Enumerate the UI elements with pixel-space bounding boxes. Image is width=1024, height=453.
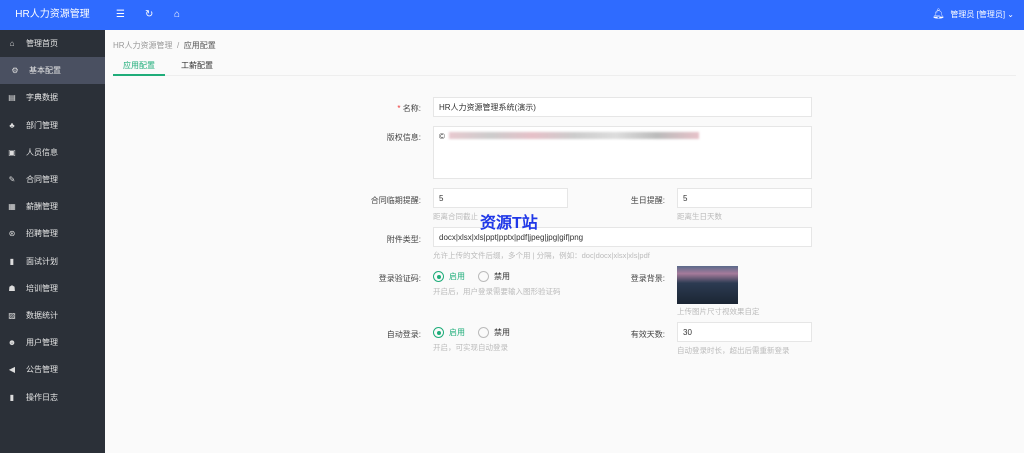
- sidebar-item-label: 操作日志: [26, 392, 58, 402]
- sidebar-item[interactable]: ▨ 数据统计: [0, 302, 105, 329]
- login-background-image[interactable]: [677, 266, 738, 304]
- megaphone-icon: ◀: [8, 365, 16, 375]
- watermark: 资源T站: [480, 215, 538, 232]
- breadcrumb-root[interactable]: HR人力资源管理: [113, 41, 173, 50]
- contract-reminder-input[interactable]: 5: [433, 188, 568, 208]
- contract-reminder-label: 合同临期提醒:: [370, 196, 421, 205]
- sidebar-item-label: 字典数据: [26, 93, 58, 103]
- chart-icon: ▨: [8, 310, 16, 320]
- sidebar-item-label: 合同管理: [26, 175, 58, 185]
- copyright-textarea[interactable]: ©: [433, 126, 812, 179]
- sidebar-item-label: 用户管理: [26, 338, 58, 348]
- top-bar: HR人力资源管理 ☰ ↻ ⌂ 🔔︎ 管理员 [管理员] ⌄: [0, 0, 1024, 30]
- radio-unchecked-icon: [478, 327, 489, 338]
- birthday-reminder-label: 生日提醒:: [630, 196, 665, 205]
- login-background-label: 登录背景:: [630, 274, 665, 283]
- sidebar-item[interactable]: ☻ 用户管理: [0, 329, 105, 356]
- valid-days-input[interactable]: 30: [677, 322, 812, 342]
- tab-bar: 应用配置 工薪配置: [113, 56, 1016, 76]
- breadcrumb: HR人力资源管理 / 应用配置: [113, 40, 216, 51]
- sidebar: ⌂ 管理首页 ⚙ 基本配置 ▤ 字典数据 ♣ 部门管理 ▣ 人员信息 ✎ 合同管理 ▦ 薪酬管理 ⊛ 招聘管理…: [0, 30, 105, 453]
- breadcrumb-current: 应用配置: [183, 41, 216, 50]
- name-input[interactable]: HR人力资源管理系统(演示): [433, 97, 812, 117]
- contract-icon: ✎: [8, 175, 16, 185]
- sidebar-item[interactable]: ⚙ 基本配置: [0, 57, 105, 85]
- user-name: 管理员 [管理员]: [950, 10, 1006, 19]
- sidebar-item-label: 面试计划: [26, 256, 58, 266]
- sidebar-item[interactable]: ▮ 面试计划: [0, 248, 105, 275]
- id-card-icon: ▣: [8, 147, 16, 157]
- sidebar-item-label: 管理首页: [26, 39, 58, 49]
- sidebar-item[interactable]: ⌂ 管理首页: [0, 30, 105, 57]
- attachment-type-hint: 允许上传的文件后缀，多个用 | 分隔，例如：doc|docx|xlsx|xls|…: [433, 251, 650, 260]
- sidebar-item-label: 数据统计: [26, 310, 58, 320]
- valid-days-hint: 自动登录时长，超出后需重新登录: [677, 346, 790, 355]
- user-menu[interactable]: 管理员 [管理员] ⌄: [950, 9, 1014, 20]
- sidebar-item[interactable]: ⊛ 招聘管理: [0, 220, 105, 247]
- menu-toggle-icon[interactable]: ☰: [116, 8, 125, 22]
- login-background-hint: 上传图片尺寸视效果自定: [677, 307, 760, 316]
- sidebar-item[interactable]: ▤ 字典数据: [0, 84, 105, 111]
- sidebar-item[interactable]: ▣ 人员信息: [0, 139, 105, 166]
- home-icon[interactable]: ⌂: [174, 8, 180, 22]
- radio-checked-icon: [433, 271, 444, 282]
- home-icon: ⌂: [9, 39, 15, 49]
- sidebar-item[interactable]: ◀ 公告管理: [0, 356, 105, 383]
- contract-reminder-hint: 距离合同截止: [433, 212, 478, 221]
- sidebar-item-label: 基本配置: [29, 66, 61, 76]
- tab-app-config[interactable]: 应用配置: [113, 60, 165, 76]
- log-icon: ▮: [9, 392, 15, 402]
- auto-login-disable-radio[interactable]: 禁用: [478, 327, 510, 338]
- sidebar-item[interactable]: ☗ 培训管理: [0, 275, 105, 302]
- sidebar-item-label: 培训管理: [26, 283, 58, 293]
- auto-login-enable-radio[interactable]: 启用: [433, 327, 465, 338]
- salary-icon: ▦: [8, 202, 16, 212]
- sidebar-item-label: 公告管理: [26, 365, 58, 375]
- sidebar-item[interactable]: ♣ 部门管理: [0, 112, 105, 139]
- captcha-enable-radio[interactable]: 启用: [433, 271, 465, 282]
- birthday-reminder-input[interactable]: 5: [677, 188, 812, 208]
- sidebar-item-label: 招聘管理: [26, 229, 58, 239]
- gear-icon: ⚙: [11, 66, 19, 76]
- auto-login-hint: 开启，可实现自动登录: [433, 343, 508, 352]
- app-title: HR人力资源管理: [15, 9, 90, 20]
- user-icon: ☻: [7, 338, 17, 348]
- birthday-reminder-hint: 距离生日天数: [677, 212, 722, 221]
- valid-days-label: 有效天数:: [630, 330, 665, 339]
- clipboard-icon: ▮: [9, 256, 15, 266]
- captcha-label: 登录验证码:: [378, 274, 421, 283]
- sidebar-item[interactable]: ▦ 薪酬管理: [0, 193, 105, 220]
- breadcrumb-sep: /: [177, 41, 180, 50]
- bell-icon[interactable]: 🔔︎: [932, 8, 945, 22]
- name-label: * 名称:: [397, 104, 421, 113]
- graduation-icon: ☗: [8, 283, 16, 293]
- tab-salary-config[interactable]: 工薪配置: [171, 60, 223, 76]
- copyright-label: 版权信息:: [386, 133, 421, 142]
- auto-login-label: 自动登录:: [386, 330, 421, 339]
- book-icon: ▤: [8, 93, 16, 103]
- sidebar-item[interactable]: ✎ 合同管理: [0, 166, 105, 193]
- captcha-disable-radio[interactable]: 禁用: [478, 271, 510, 282]
- radio-checked-icon: [433, 327, 444, 338]
- sitemap-icon: ♣: [9, 120, 15, 130]
- redacted-text: [448, 132, 699, 139]
- radio-unchecked-icon: [478, 271, 489, 282]
- captcha-hint: 开启后，用户登录需要输入图形验证码: [433, 287, 561, 296]
- refresh-icon[interactable]: ↻: [145, 8, 153, 22]
- sidebar-item-label: 薪酬管理: [26, 202, 58, 212]
- sidebar-item[interactable]: ▮ 操作日志: [0, 383, 105, 410]
- attachment-type-label: 附件类型:: [386, 235, 421, 244]
- sidebar-item-label: 人员信息: [26, 147, 58, 157]
- sidebar-item-label: 部门管理: [26, 120, 58, 130]
- handshake-icon: ⊛: [8, 229, 16, 239]
